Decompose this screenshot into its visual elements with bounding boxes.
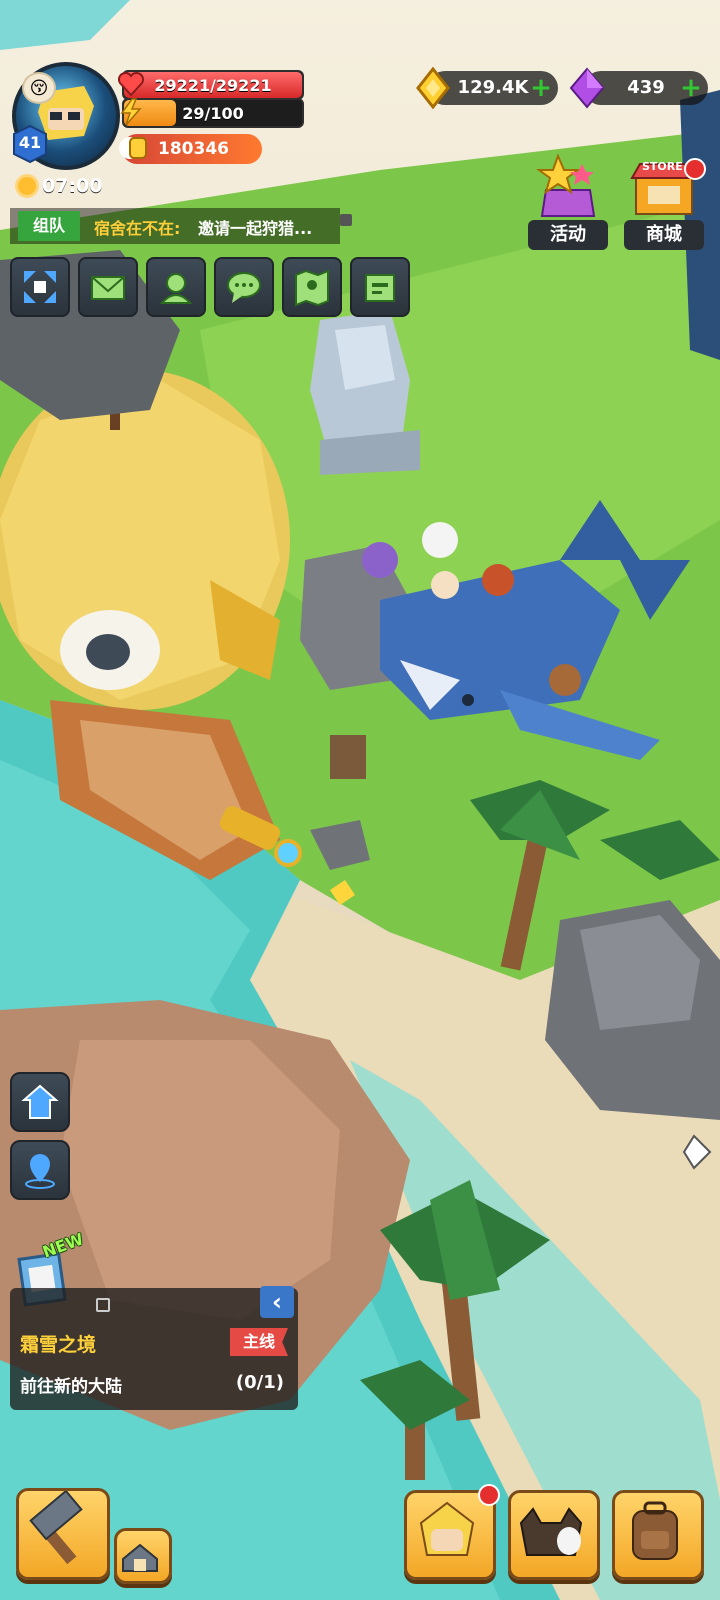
hp-bar: 29221/29221 [117,70,304,100]
events-label: 活动 [528,220,608,250]
location-pin-icon [25,1154,55,1189]
backpack-icon [632,1501,678,1560]
game-screen: 😚 41 29221/29221 29/100 180346 07:00 129… [0,0,720,1600]
chat-sender: 宿舍在不在: [94,219,181,238]
mail-button[interactable] [78,257,138,317]
store-label: 商城 [624,220,704,250]
home-icon [21,1084,59,1119]
quest-indicator [96,1298,110,1312]
chat-marker [340,214,352,226]
profile-card-button[interactable] [350,257,410,317]
side-expand-arrow-icon[interactable] [680,1132,714,1172]
heart-icon [117,71,145,97]
pets-icon [519,1507,583,1556]
forge-button[interactable] [16,1488,110,1580]
player-level: 41 [18,133,42,152]
friends-button[interactable] [146,257,206,317]
collapse-quest-button[interactable]: ‹ [260,1286,294,1318]
power-fist-icon [119,137,147,159]
stump [330,735,366,779]
chat-button[interactable] [214,257,274,317]
backpack-button[interactable] [612,1490,704,1580]
map-icon [295,269,329,307]
map-button[interactable] [282,257,342,317]
energy-value: 29/100 [182,103,244,123]
quest-progress: (0/1) [235,1372,284,1393]
energy-bar: 29/100 [120,98,304,128]
hero-notification-dot [478,1484,500,1506]
events-button[interactable]: 活动 [528,150,608,250]
mail-icon [91,276,125,300]
quest-description: 前往新的大陆 [20,1377,122,1397]
game-clock: 07:00 [18,175,102,197]
chat-message: 邀请一起狩猎... [198,219,313,238]
lightning-icon [120,98,142,126]
pets-button[interactable] [508,1490,600,1580]
quick-menu [10,257,410,317]
forge-hammer-icon [29,1489,83,1565]
quest-panel[interactable]: 霜雪之境 主线 前往新的大陆 (0/1) [10,1288,298,1410]
gift-stars-icon [536,153,596,217]
team-chat-bar[interactable]: 组队 宿舍在不在: 邀请一起狩猎... [10,208,340,244]
gold-coin-icon [416,67,450,109]
add-gems-button[interactable]: + [680,75,702,101]
expand-button[interactable] [10,257,70,317]
power-value: 180346 [158,139,229,159]
main-quest-tag: 主线 [230,1328,288,1356]
sea-top [0,0,130,50]
power-display: 180346 [119,134,262,164]
location-button[interactable] [10,1140,70,1200]
friends-icon [159,273,193,304]
team-tag: 组队 [18,211,80,241]
emoji-icon[interactable]: 😚 [22,72,56,104]
store-sign: STORE [642,160,683,173]
store-notification-dot [684,158,706,180]
purple-gem-icon [569,67,605,109]
id-card-icon [365,274,395,302]
home-button[interactable] [10,1072,70,1132]
quest-title: 霜雪之境 [20,1334,97,1356]
time-value: 07:00 [42,175,103,197]
sun-icon [18,177,36,195]
expand-icon [24,271,56,303]
hp-value: 29221/29221 [154,75,272,95]
base-icon [122,1543,158,1572]
add-gold-button[interactable]: + [530,75,552,101]
base-button[interactable] [114,1528,172,1584]
hero-icon [419,1501,475,1556]
chat-icon [227,272,261,303]
